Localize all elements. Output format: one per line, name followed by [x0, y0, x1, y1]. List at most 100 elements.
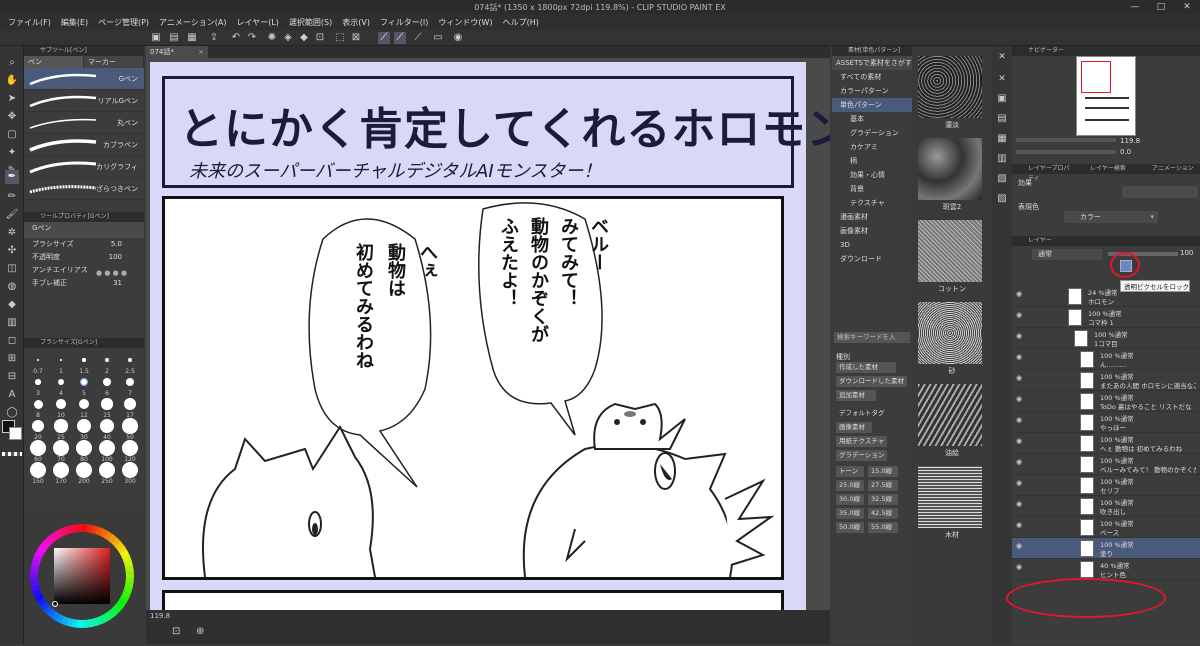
figure-icon[interactable]: ◻ — [5, 334, 19, 348]
gradient-icon[interactable]: ▥ — [5, 316, 19, 330]
tab-animation[interactable]: アニメーション — [1136, 164, 1198, 174]
minimize-button[interactable]: — — [1122, 0, 1148, 14]
eye-icon[interactable]: ◉ — [1016, 563, 1022, 571]
tag-button[interactable]: 35.0線 — [836, 508, 864, 519]
close-panel-icon[interactable]: ✕ — [995, 72, 1009, 86]
eye-icon[interactable]: ◉ — [1016, 332, 1022, 340]
search-icon[interactable]: ▦ — [995, 132, 1009, 146]
brush-size-dot[interactable] — [122, 418, 138, 434]
brush-size-dot[interactable] — [99, 418, 115, 434]
brush-size-dot[interactable] — [76, 462, 92, 478]
material-search-input[interactable]: 検索キーワードを入 — [834, 332, 910, 343]
material-tree-item[interactable]: 単色パターン — [832, 98, 912, 112]
tag-button[interactable]: 画像素材 — [836, 422, 872, 433]
material-thumbnail[interactable] — [918, 56, 982, 118]
close-button[interactable]: ✕ — [1174, 0, 1200, 14]
blend-icon[interactable]: ◍ — [5, 280, 19, 294]
zoom-readout[interactable]: 119.8 — [150, 612, 170, 620]
fit-icon[interactable]: ⊡ — [172, 626, 180, 637]
brush-size-dot[interactable] — [127, 357, 133, 363]
menu-file[interactable]: ファイル(F) — [8, 17, 51, 28]
brush-size-dot[interactable] — [124, 398, 136, 410]
material-tree-item[interactable]: カケアミ — [832, 140, 912, 154]
material-tree-item[interactable]: グラデーション — [832, 126, 912, 140]
brush-size-dot[interactable] — [82, 358, 86, 362]
material-thumbnail[interactable] — [918, 466, 982, 528]
canvas-area[interactable]: とにかく肯定してくれるホロモン 未来のスーパーバーチャルデジタルAIモンスター！ — [146, 58, 830, 610]
balloon-icon[interactable]: ◯ — [5, 406, 19, 420]
new-file-icon[interactable]: ▣ — [150, 32, 162, 44]
brush-item[interactable]: カブラペン — [24, 134, 144, 156]
brush-size-dot[interactable] — [125, 377, 135, 387]
close-panel-icon[interactable]: ✕ — [995, 50, 1009, 64]
frame-icon[interactable]: ⊞ — [5, 352, 19, 366]
prop-opacity[interactable]: 不透明度 100 — [24, 251, 144, 264]
tab-pen[interactable]: ペン — [24, 56, 84, 68]
undo-icon[interactable]: ↶ — [230, 32, 242, 44]
brush-size-dot[interactable] — [103, 378, 111, 386]
eraser-icon[interactable]: ◫ — [5, 262, 19, 276]
brush-size-dot[interactable] — [122, 462, 138, 478]
move-icon[interactable]: ✥ — [5, 110, 19, 124]
brush-size-dot[interactable] — [35, 379, 41, 385]
material-tree-item[interactable]: 画像素材 — [832, 224, 912, 238]
assets-search-link[interactable]: ASSETSで素材をさがす — [832, 56, 912, 70]
tab-layer-search[interactable]: レイヤー検索 — [1074, 164, 1136, 174]
redo-icon[interactable]: ↷ — [246, 32, 258, 44]
menu-view[interactable]: 表示(V) — [342, 17, 370, 28]
brush-size-dot[interactable] — [76, 440, 92, 456]
eye-icon[interactable]: ◉ — [1016, 458, 1022, 466]
export-icon[interactable]: ⇪ — [208, 32, 220, 44]
brush-size-dot[interactable] — [78, 398, 90, 410]
menu-window[interactable]: ウィンドウ(W) — [438, 17, 492, 28]
select-all-icon[interactable]: ⬚ — [334, 32, 346, 44]
layer-row[interactable]: ◉ 100 %通常 ToDo 裏はやること リストだな — [1012, 391, 1200, 412]
eye-icon[interactable]: ◉ — [1016, 311, 1022, 319]
eye-icon[interactable]: ◉ — [1016, 395, 1022, 403]
pencil-icon[interactable]: ✏ — [5, 190, 19, 204]
sublayer-icon[interactable]: ▧ — [995, 172, 1009, 186]
menu-help[interactable]: ヘルプ(H) — [503, 17, 539, 28]
brush-size-dot[interactable] — [101, 398, 113, 410]
navigator-preview[interactable] — [1076, 56, 1136, 136]
transparent-color-swatch[interactable] — [2, 452, 22, 456]
menu-edit[interactable]: 編集(E) — [61, 17, 88, 28]
menu-page[interactable]: ページ管理(P) — [98, 17, 149, 28]
brush-item[interactable]: リアルGペン — [24, 90, 144, 112]
fill-icon[interactable]: ◈ — [282, 32, 294, 44]
brush-size-dot[interactable] — [30, 462, 46, 478]
brush-item[interactable]: Gペン — [24, 68, 144, 90]
eye-icon[interactable]: ◉ — [1016, 542, 1022, 550]
material-tree-item[interactable]: テクスチャ — [832, 196, 912, 210]
color-mode-select[interactable]: カラー ▾ — [1064, 211, 1158, 223]
menu-filter[interactable]: フィルター(I) — [380, 17, 428, 28]
tag-button[interactable]: 追加素材 — [836, 390, 876, 401]
angle-slider[interactable] — [1016, 150, 1116, 154]
layer-row[interactable]: ◉ 100 %通常 ん……… — [1012, 349, 1200, 370]
deselect-icon[interactable]: ⊠ — [350, 32, 362, 44]
pen-icon[interactable]: ✒ — [5, 170, 19, 184]
tag-button[interactable]: トーン — [836, 466, 864, 477]
layer-row[interactable]: ◉ 40 %通常 ヒント色 — [1012, 559, 1200, 580]
brush-item[interactable]: ざらつきペン — [24, 178, 144, 200]
material-tree-item[interactable]: 基本 — [832, 112, 912, 126]
material-tree-item[interactable]: 漫画素材 — [832, 210, 912, 224]
layer-row[interactable]: ◉ 100 %通常 コマ枠 1 — [1012, 307, 1200, 328]
brush-size-dot[interactable] — [56, 399, 66, 409]
layer-row[interactable]: ◉ 100 %通常 塗り — [1012, 538, 1200, 559]
material-tree-item[interactable]: すべての素材 — [832, 70, 912, 84]
brush-size-dot[interactable] — [99, 440, 115, 456]
tag-button[interactable]: 30.0線 — [836, 494, 864, 505]
brush-size-dot[interactable] — [104, 357, 110, 363]
snap-ruler-icon[interactable]: ⟋ — [378, 32, 390, 44]
text-icon[interactable]: A — [5, 388, 19, 402]
menu-selection[interactable]: 選択範囲(S) — [289, 17, 332, 28]
brush-size-dot[interactable] — [122, 440, 138, 456]
layer-row[interactable]: ◉ 100 %通常 へぇ 動物は 初めてみるわね — [1012, 433, 1200, 454]
eye-icon[interactable]: ◉ — [1016, 374, 1022, 382]
tag-button[interactable]: 作成した素材 — [836, 362, 896, 373]
decoration-icon[interactable]: ✣ — [5, 244, 19, 258]
clear-icon[interactable]: ✺ — [266, 32, 278, 44]
layer-row[interactable]: ◉ 100 %通常 1コマ目 — [1012, 328, 1200, 349]
companion-icon[interactable]: ◉ — [452, 32, 464, 44]
